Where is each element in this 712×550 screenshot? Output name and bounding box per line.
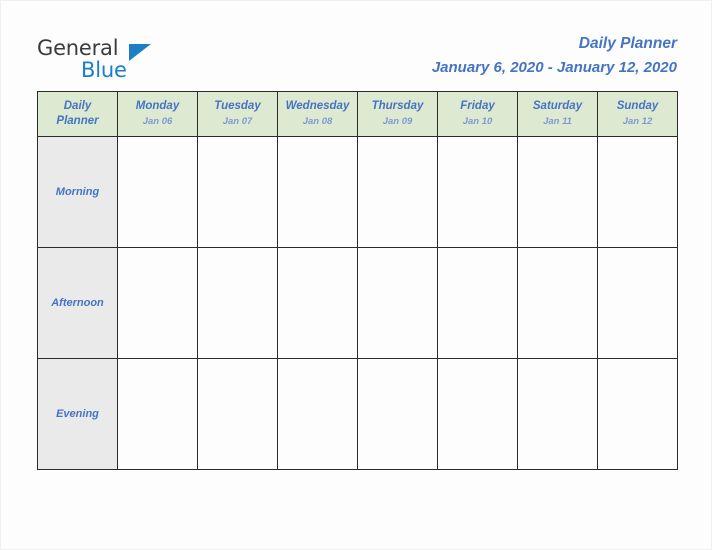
header-day-tuesday: Tuesday Jan 07 xyxy=(197,91,278,137)
day-name-wednesday: Wednesday xyxy=(285,100,350,112)
day-date-wednesday: Jan 08 xyxy=(302,116,333,127)
row-label-morning: Morning xyxy=(37,136,118,248)
day-date-thursday: Jan 09 xyxy=(382,116,413,127)
day-name-saturday: Saturday xyxy=(532,100,583,112)
day-name-thursday: Thursday xyxy=(371,100,424,112)
slot-afternoon-monday[interactable] xyxy=(117,247,198,359)
row-label-afternoon: Afternoon xyxy=(37,247,118,359)
slot-morning-friday[interactable] xyxy=(437,136,518,248)
header-day-saturday: Saturday Jan 11 xyxy=(517,91,598,137)
header-day-monday: Monday Jan 06 xyxy=(117,91,198,137)
day-date-saturday: Jan 11 xyxy=(543,116,572,127)
slot-afternoon-tuesday[interactable] xyxy=(197,247,278,359)
corner-label-line1: Daily xyxy=(63,100,92,112)
day-date-tuesday: Jan 07 xyxy=(222,116,253,127)
slot-morning-wednesday[interactable] xyxy=(277,136,358,248)
slot-morning-saturday[interactable] xyxy=(517,136,598,248)
table-row: Morning xyxy=(37,136,678,248)
title-block: Daily Planner January 6, 2020 - January … xyxy=(432,33,677,78)
blue-triangle-icon xyxy=(129,44,151,61)
page-header: General Blue Daily Planner January 6, 20… xyxy=(1,1,712,89)
slot-morning-monday[interactable] xyxy=(117,136,198,248)
day-date-friday: Jan 10 xyxy=(462,116,493,127)
day-name-friday: Friday xyxy=(460,100,495,112)
slot-evening-sunday[interactable] xyxy=(597,358,678,470)
header-corner-cell: Daily Planner xyxy=(37,91,118,137)
slot-afternoon-friday[interactable] xyxy=(437,247,518,359)
slot-evening-tuesday[interactable] xyxy=(197,358,278,470)
general-blue-logo: General Blue xyxy=(37,37,207,83)
planner-header-row: Daily Planner Monday Jan 06 Tuesday Jan … xyxy=(37,91,678,137)
slot-morning-thursday[interactable] xyxy=(357,136,438,248)
header-day-sunday: Sunday Jan 12 xyxy=(597,91,678,137)
slot-morning-sunday[interactable] xyxy=(597,136,678,248)
slot-evening-monday[interactable] xyxy=(117,358,198,470)
planner-table: Daily Planner Monday Jan 06 Tuesday Jan … xyxy=(37,91,678,470)
row-label-evening: Evening xyxy=(37,358,118,470)
day-name-monday: Monday xyxy=(135,100,180,112)
slot-afternoon-saturday[interactable] xyxy=(517,247,598,359)
slot-morning-tuesday[interactable] xyxy=(197,136,278,248)
header-day-thursday: Thursday Jan 09 xyxy=(357,91,438,137)
corner-label-line2: Planner xyxy=(56,115,99,127)
table-row: Afternoon xyxy=(37,247,678,359)
day-date-monday: Jan 06 xyxy=(142,116,173,127)
logo-text-blue: Blue xyxy=(81,58,127,82)
slot-evening-thursday[interactable] xyxy=(357,358,438,470)
header-day-friday: Friday Jan 10 xyxy=(437,91,518,137)
slot-afternoon-thursday[interactable] xyxy=(357,247,438,359)
logo-text-general: General xyxy=(37,36,119,60)
slot-evening-wednesday[interactable] xyxy=(277,358,358,470)
day-date-sunday: Jan 12 xyxy=(622,116,653,127)
header-day-wednesday: Wednesday Jan 08 xyxy=(277,91,358,137)
day-name-tuesday: Tuesday xyxy=(214,100,261,112)
page-title: Daily Planner xyxy=(578,35,677,52)
table-row: Evening xyxy=(37,358,678,470)
day-name-sunday: Sunday xyxy=(616,100,659,112)
slot-evening-saturday[interactable] xyxy=(517,358,598,470)
date-range-label: January 6, 2020 - January 12, 2020 xyxy=(431,59,677,76)
slot-afternoon-sunday[interactable] xyxy=(597,247,678,359)
slot-evening-friday[interactable] xyxy=(437,358,518,470)
daily-planner-page: General Blue Daily Planner January 6, 20… xyxy=(0,0,712,550)
slot-afternoon-wednesday[interactable] xyxy=(277,247,358,359)
